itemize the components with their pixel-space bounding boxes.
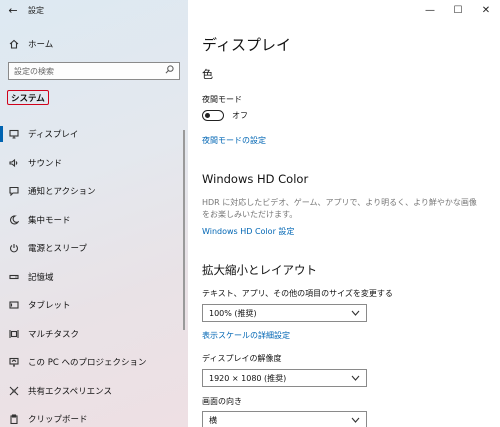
back-button[interactable]: ←	[0, 0, 26, 20]
nav-list: ディスプレイ サウンド 通知とアクション 集中モード 電源とスリープ 記憶域 タ…	[0, 120, 188, 427]
shared-experience-icon	[0, 386, 28, 396]
chevron-down-icon	[351, 374, 360, 383]
speaker-icon	[0, 158, 28, 168]
app-title: 設定	[28, 5, 44, 15]
orientation-value: 横	[209, 415, 217, 425]
night-mode-toggle[interactable]	[202, 110, 224, 121]
search-input[interactable]: 設定の検索	[8, 62, 180, 80]
notification-icon	[0, 186, 28, 197]
scale-layout-heading: 拡大縮小とレイアウト	[202, 263, 317, 277]
sidebar-item-sound[interactable]: サウンド	[0, 149, 188, 178]
window-controls: — ☐ ✕	[416, 0, 500, 20]
sidebar-item-label: サウンド	[28, 158, 63, 169]
night-mode-label: 夜間モード	[202, 95, 242, 104]
sidebar-item-label: ディスプレイ	[28, 130, 79, 141]
close-icon: ✕	[481, 4, 491, 16]
sidebar: ← 設定 ホーム 設定の検索 システム ディスプレイ サウンド 通知とアクション…	[0, 0, 188, 427]
resolution-dropdown[interactable]: 1920 × 1080 (推奨)	[202, 369, 367, 387]
scale-dropdown[interactable]: 100% (推奨)	[202, 304, 367, 322]
minimize-icon: —	[425, 4, 435, 16]
sidebar-item-projection[interactable]: この PC へのプロジェクション	[0, 348, 188, 377]
sidebar-item-multitasking[interactable]: マルチタスク	[0, 320, 188, 349]
sidebar-item-label: この PC へのプロジェクション	[28, 358, 147, 369]
sidebar-item-focus[interactable]: 集中モード	[0, 206, 188, 235]
night-mode-state: オフ	[232, 111, 248, 120]
sidebar-item-label: 通知とアクション	[28, 187, 96, 198]
multitask-icon	[0, 329, 28, 339]
search-placeholder: 設定の検索	[14, 66, 54, 76]
sidebar-item-storage[interactable]: 記憶域	[0, 263, 188, 292]
hdr-heading: Windows HD Color	[202, 172, 309, 186]
night-mode-settings-link[interactable]: 夜間モードの設定	[202, 135, 266, 146]
search-icon[interactable]	[165, 65, 174, 77]
content-pane: — ☐ ✕ ディスプレイ 色 夜間モード オフ 夜間モードの設定 Windows…	[188, 0, 500, 427]
home-nav-item[interactable]: ホーム	[0, 35, 188, 53]
clipboard-icon	[0, 414, 28, 425]
sidebar-item-notifications[interactable]: 通知とアクション	[0, 177, 188, 206]
sidebar-scrollbar[interactable]	[183, 130, 185, 330]
tablet-icon	[0, 300, 28, 310]
hdr-description: HDR に対応したビデオ、ゲーム、アプリで、より明るく、より鮮やかな画像をお楽し…	[202, 198, 477, 219]
monitor-icon	[0, 129, 28, 139]
title-bar: ← 設定	[0, 0, 188, 20]
storage-icon	[0, 272, 28, 282]
sidebar-item-clipboard[interactable]: クリップボード	[0, 405, 188, 427]
sidebar-item-display[interactable]: ディスプレイ	[0, 120, 188, 149]
sidebar-item-label: タブレット	[28, 301, 71, 312]
sidebar-item-label: 電源とスリープ	[28, 244, 87, 255]
home-icon	[0, 39, 28, 49]
advanced-scaling-link[interactable]: 表示スケールの詳細設定	[202, 330, 290, 341]
scale-label: テキスト、アプリ、その他の項目のサイズを変更する	[202, 289, 393, 298]
arrow-left-icon: ←	[8, 3, 18, 17]
chevron-down-icon	[351, 416, 360, 425]
sidebar-item-label: マルチタスク	[28, 329, 80, 340]
orientation-dropdown[interactable]: 横	[202, 411, 367, 427]
maximize-icon: ☐	[453, 4, 463, 16]
sidebar-item-label: 共有エクスペリエンス	[28, 386, 112, 397]
sidebar-item-tablet[interactable]: タブレット	[0, 291, 188, 320]
maximize-button[interactable]: ☐	[444, 0, 472, 20]
section-heading-system: システム	[7, 90, 49, 105]
sidebar-item-label: クリップボード	[28, 415, 88, 426]
page-title: ディスプレイ	[202, 36, 291, 54]
chevron-down-icon	[351, 309, 360, 318]
color-heading: 色	[202, 68, 213, 81]
hdr-settings-link[interactable]: Windows HD Color 設定	[202, 226, 294, 237]
sidebar-item-label: 集中モード	[28, 215, 71, 226]
resolution-label: ディスプレイの解像度	[202, 354, 282, 363]
close-button[interactable]: ✕	[472, 0, 500, 20]
sidebar-item-power[interactable]: 電源とスリープ	[0, 234, 188, 263]
sidebar-item-shared-experiences[interactable]: 共有エクスペリエンス	[0, 377, 188, 406]
minimize-button[interactable]: —	[416, 0, 444, 20]
power-icon	[0, 243, 28, 253]
home-label: ホーム	[28, 40, 54, 50]
moon-icon	[0, 215, 28, 225]
orientation-label: 画面の向き	[202, 397, 242, 406]
sidebar-item-label: 記憶域	[28, 272, 54, 283]
scale-value: 100% (推奨)	[209, 308, 257, 318]
projection-icon	[0, 357, 28, 367]
toggle-knob	[205, 112, 210, 118]
resolution-value: 1920 × 1080 (推奨)	[209, 373, 287, 383]
